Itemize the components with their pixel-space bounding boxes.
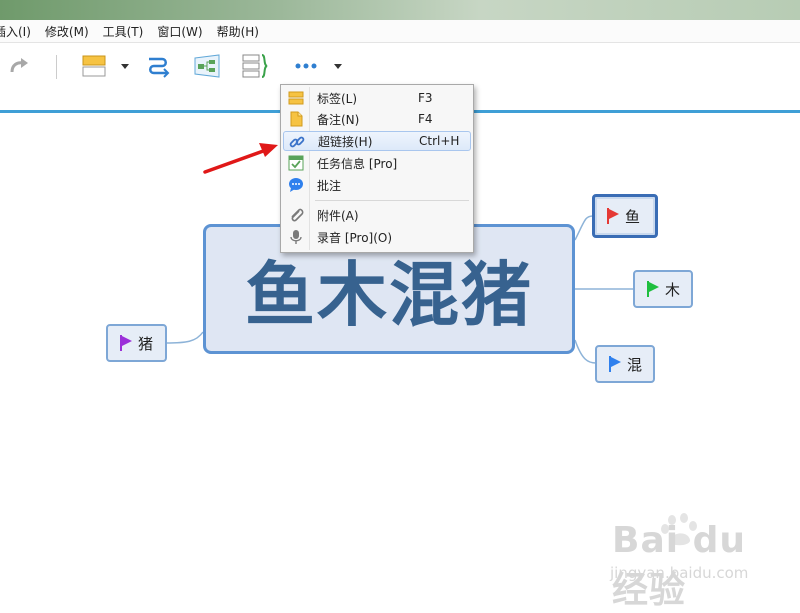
baidu-watermark: Bai du 经验 jingyan.baidu.com <box>590 512 790 611</box>
red-arrow-annotation <box>203 143 278 174</box>
